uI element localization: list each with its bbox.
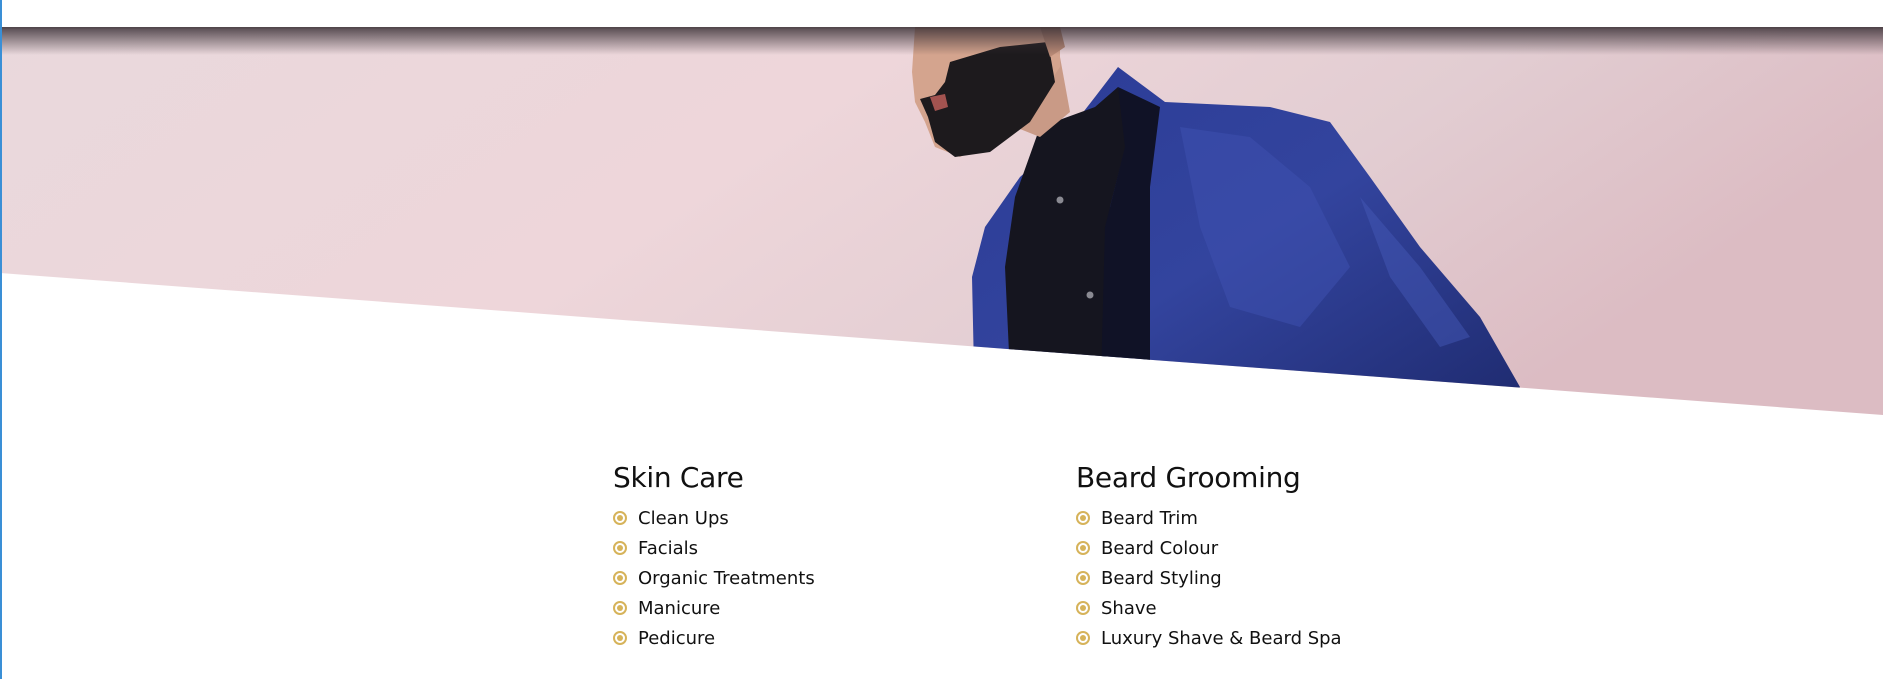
list-item: Clean Ups [613,503,1053,533]
hero-banner [0,27,1883,417]
services-section: Skin Care Clean Ups Facials Organic Trea… [0,460,1883,679]
bullet-icon [613,541,627,555]
list-item: Luxury Shave & Beard Spa [1076,623,1516,653]
bullet-icon [613,571,627,585]
list-item-label: Facials [638,537,699,559]
list-item: Beard Trim [1076,503,1516,533]
list-item-label: Organic Treatments [638,567,815,589]
list-item: Shave [1076,593,1516,623]
list-item-label: Pedicure [638,627,716,649]
bullet-icon [1076,601,1090,615]
beard-grooming-title: Beard Grooming [1076,461,1301,494]
list-item-label: Beard Colour [1101,537,1219,559]
list-item-label: Manicure [638,597,721,619]
list-item: Organic Treatments [613,563,1053,593]
hero-image [0,27,1883,415]
list-item-label: Clean Ups [638,507,729,529]
list-item: Manicure [613,593,1053,623]
list-item-label: Beard Styling [1101,567,1222,589]
bullet-icon [1076,511,1090,525]
list-item: Beard Styling [1076,563,1516,593]
bullet-icon [613,511,627,525]
window-edge [0,0,2,679]
list-item: Pedicure [613,623,1053,653]
list-item-label: Beard Trim [1101,507,1198,529]
list-item: Beard Colour [1076,533,1516,563]
bullet-icon [613,631,627,645]
list-item: Facials [613,533,1053,563]
beard-grooming-list: Beard Trim Beard Colour Beard Styling Sh… [1076,503,1516,653]
bullet-icon [613,601,627,615]
list-item-label: Shave [1101,597,1157,619]
page: Skin Care Clean Ups Facials Organic Trea… [0,0,1883,679]
list-item-label: Luxury Shave & Beard Spa [1101,627,1342,649]
bullet-icon [1076,541,1090,555]
bullet-icon [1076,571,1090,585]
skin-care-column: Skin Care Clean Ups Facials Organic Trea… [613,460,1053,653]
bullet-icon [1076,631,1090,645]
top-header-bar [0,0,1883,27]
beard-grooming-column: Beard Grooming Beard Trim Beard Colour B… [1076,460,1516,653]
skin-care-list: Clean Ups Facials Organic Treatments Man… [613,503,1053,653]
skin-care-title: Skin Care [613,461,744,494]
